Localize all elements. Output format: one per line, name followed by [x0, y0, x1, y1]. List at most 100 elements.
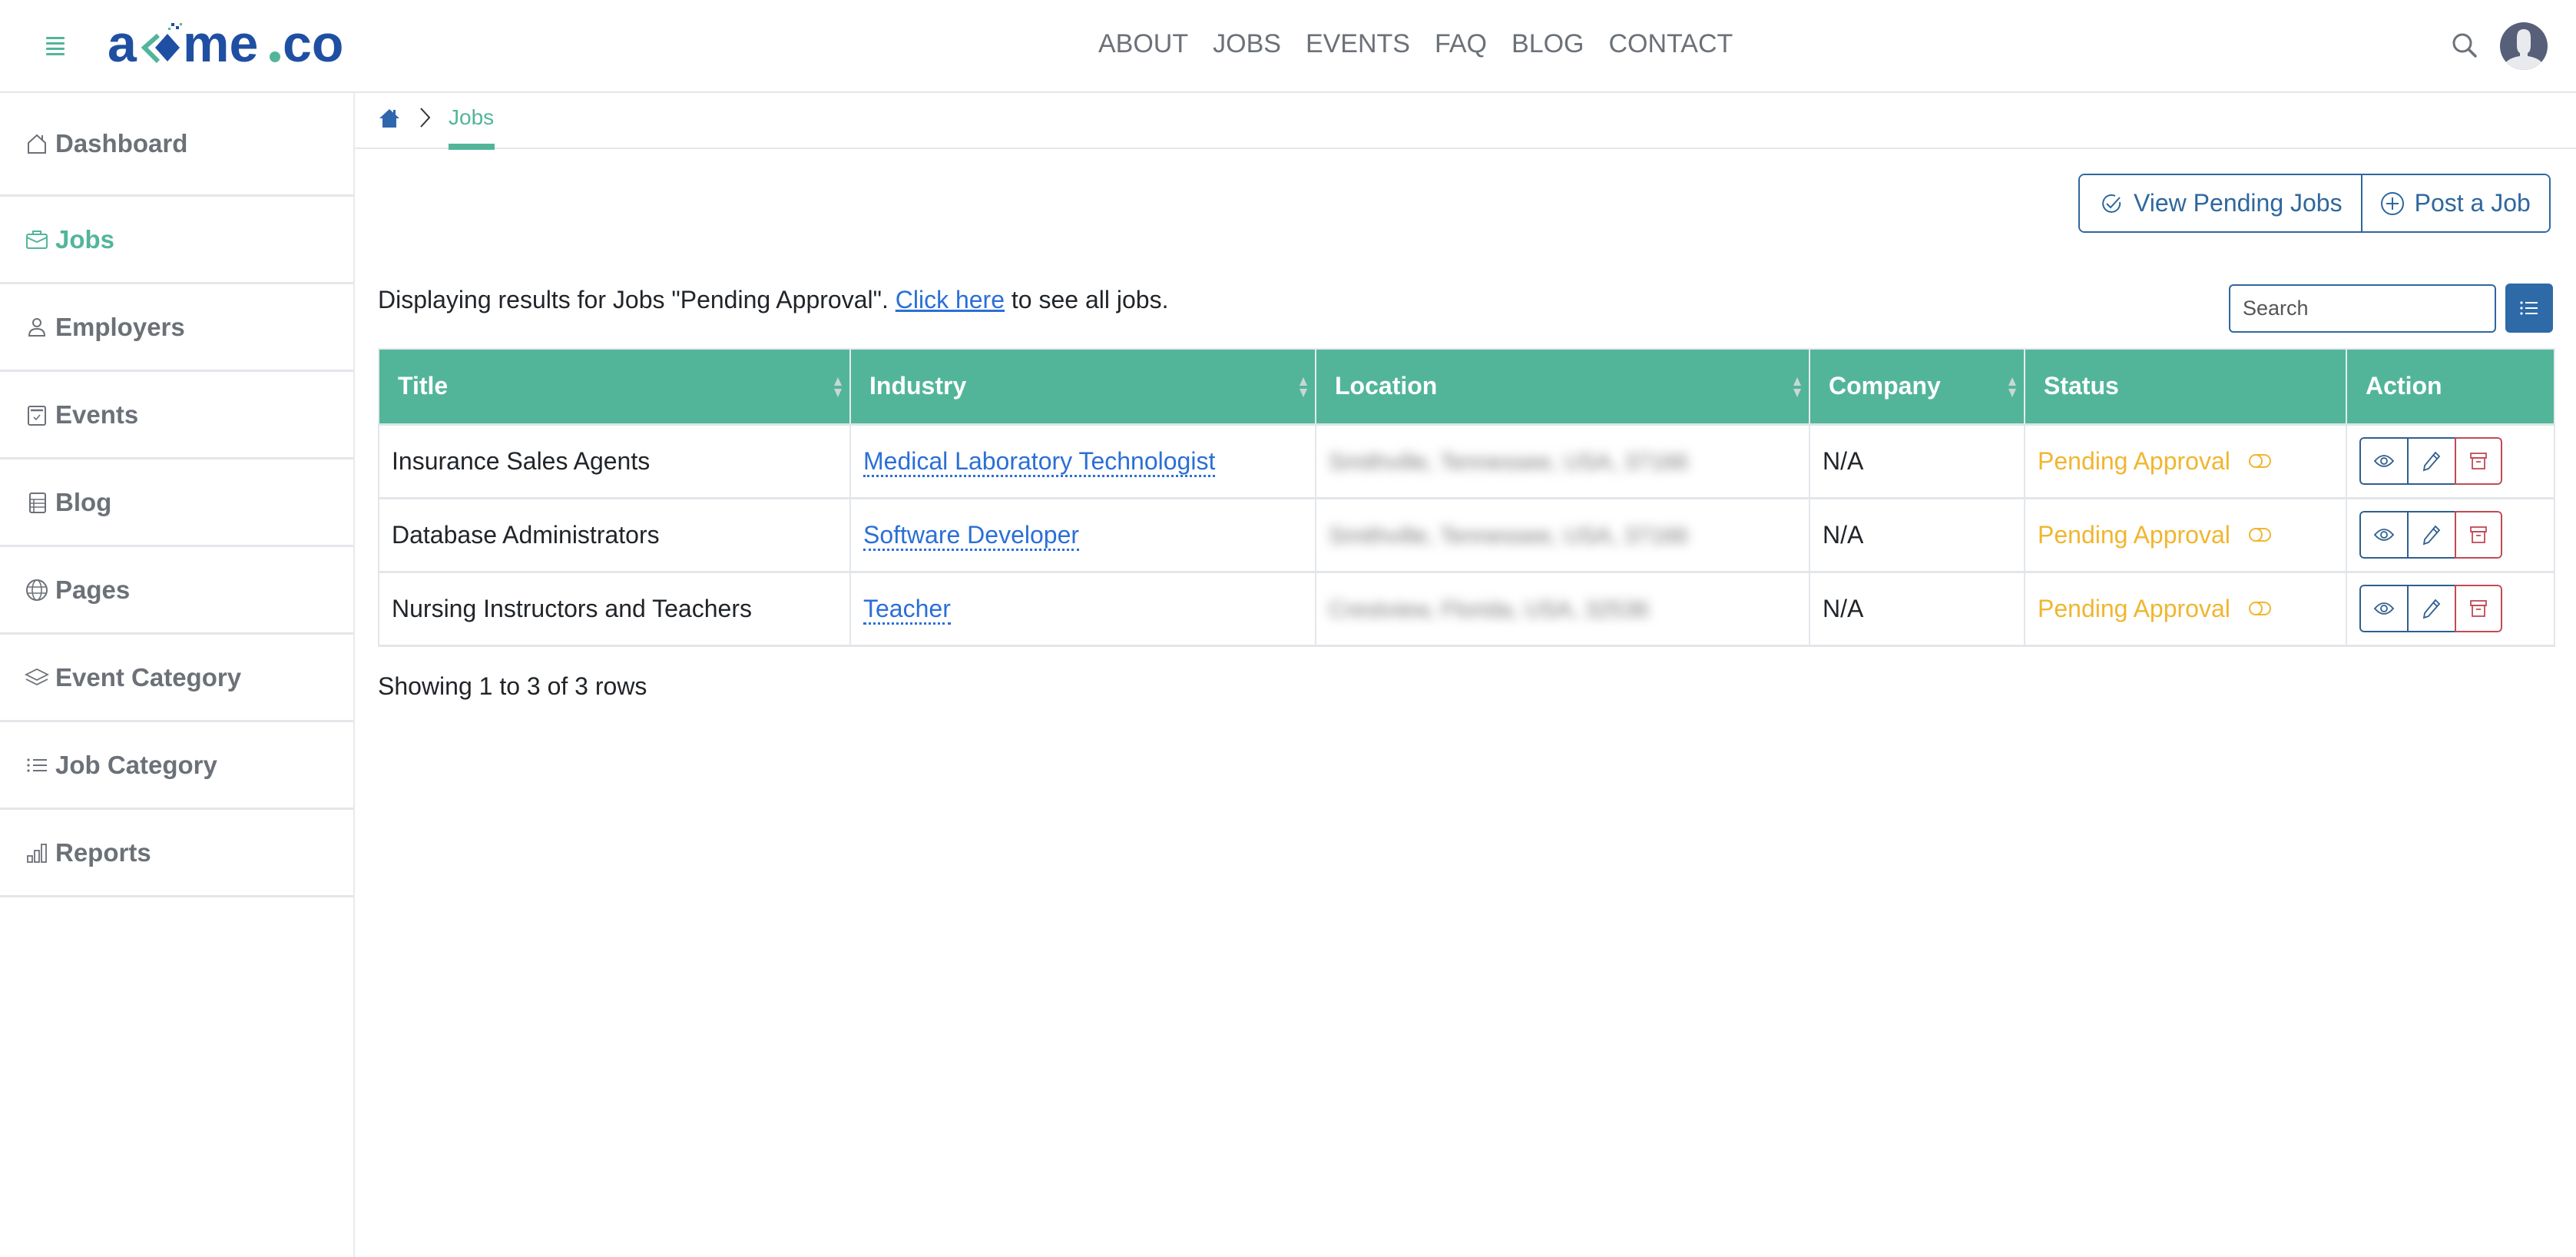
- table-search-input[interactable]: [2229, 284, 2496, 333]
- list-icon: [2520, 301, 2538, 315]
- column-label: Status: [2044, 372, 2119, 400]
- table-row: Insurance Sales Agents Medical Laborator…: [378, 423, 2555, 499]
- table-header-row: Title Industry Location Company Status A…: [378, 348, 2555, 426]
- breadcrumb-current[interactable]: Jobs: [449, 105, 494, 130]
- chevron-right-icon: [416, 105, 433, 130]
- results-description: Displaying results for Jobs "Pending App…: [378, 286, 1168, 314]
- cell-title: Nursing Instructors and Teachers: [378, 571, 851, 647]
- toggle-icon[interactable]: [2247, 599, 2273, 618]
- toggle-icon[interactable]: [2247, 526, 2273, 544]
- sidebar-item-employers[interactable]: Employers: [0, 284, 353, 372]
- cell-company: N/A: [1809, 497, 2025, 573]
- sidebar-item-blog[interactable]: Blog: [0, 459, 353, 547]
- sidebar-item-label: Event Category: [55, 662, 242, 692]
- sidebar-item-events[interactable]: Events: [0, 372, 353, 459]
- sidebar-item-label: Blog: [55, 487, 112, 516]
- user-avatar[interactable]: [2500, 22, 2548, 70]
- toggle-icon[interactable]: [2247, 452, 2273, 470]
- pencil-icon: [2422, 451, 2441, 472]
- logo[interactable]: a me co: [108, 14, 353, 75]
- menu-toggle-icon[interactable]: [46, 37, 65, 55]
- sidebar-item-reports[interactable]: Reports: [0, 810, 353, 897]
- sidebar-item-job-category[interactable]: Job Category: [0, 722, 353, 810]
- user-silhouette-icon: [2505, 29, 2543, 70]
- cell-location: Smithville, Tennessee, USA, 37166: [1315, 497, 1810, 573]
- post-a-job-button[interactable]: Post a Job: [2360, 175, 2549, 231]
- sidebar-item-label: Employers: [55, 312, 185, 341]
- archive-button[interactable]: [2455, 511, 2502, 559]
- sidebar-item-pages[interactable]: Pages: [0, 547, 353, 635]
- cell-title: Database Administrators: [378, 497, 851, 573]
- jobs-table: Title Industry Location Company Status A…: [378, 348, 2555, 647]
- view-button[interactable]: [2359, 585, 2407, 632]
- pencil-icon: [2422, 599, 2441, 619]
- sidebar-item-label: Reports: [55, 837, 151, 867]
- column-header-status: Status: [2024, 348, 2347, 426]
- archive-icon: [2470, 453, 2487, 469]
- edit-button[interactable]: [2407, 585, 2455, 632]
- home-icon[interactable]: [378, 107, 401, 130]
- column-header-title[interactable]: Title: [378, 348, 851, 426]
- view-pending-jobs-label: View Pending Jobs: [2134, 189, 2343, 217]
- column-label: Location: [1335, 372, 1438, 400]
- edit-button[interactable]: [2407, 437, 2455, 485]
- search-icon[interactable]: [2450, 31, 2481, 61]
- cell-location: Crestview, Florida, USA, 32536: [1315, 571, 1810, 647]
- see-all-jobs-link[interactable]: Click here: [896, 286, 1005, 313]
- pagination-summary: Showing 1 to 3 of 3 rows: [378, 672, 647, 700]
- status-label: Pending Approval: [2038, 520, 2230, 549]
- column-label: Company: [1829, 372, 1941, 400]
- job-actions-toolbar: View Pending Jobs Post a Job: [2078, 174, 2551, 233]
- eye-icon: [2373, 455, 2395, 467]
- nav-contact[interactable]: CONTACT: [1609, 29, 1733, 59]
- sidebar: Dashboard Jobs Employers Events Blog Pag…: [0, 93, 355, 1257]
- archive-button[interactable]: [2455, 437, 2502, 485]
- sort-icon[interactable]: [1298, 376, 1309, 399]
- status-label: Pending Approval: [2038, 594, 2230, 622]
- nav-about[interactable]: ABOUT: [1098, 29, 1188, 59]
- column-header-industry[interactable]: Industry: [849, 348, 1316, 426]
- sidebar-item-label: Events: [55, 400, 139, 429]
- column-header-location[interactable]: Location: [1315, 348, 1810, 426]
- cell-actions: [2346, 571, 2555, 647]
- nav-blog[interactable]: BLOG: [1511, 29, 1584, 59]
- column-header-company[interactable]: Company: [1809, 348, 2025, 426]
- view-button[interactable]: [2359, 511, 2407, 559]
- document-icon: [25, 490, 49, 515]
- cell-actions: [2346, 423, 2555, 499]
- plus-circle-icon: [2379, 191, 2405, 217]
- svg-text:me: me: [183, 17, 258, 72]
- eye-icon: [2373, 602, 2395, 615]
- sort-icon[interactable]: [833, 376, 843, 399]
- view-pending-jobs-button[interactable]: View Pending Jobs: [2080, 175, 2361, 231]
- view-button[interactable]: [2359, 437, 2407, 485]
- sidebar-item-dashboard[interactable]: Dashboard: [0, 93, 353, 197]
- sort-icon[interactable]: [1792, 376, 1803, 399]
- nav-events[interactable]: EVENTS: [1306, 29, 1410, 59]
- industry-link[interactable]: Medical Laboratory Technologist: [863, 446, 1216, 477]
- nav-faq[interactable]: FAQ: [1435, 29, 1487, 59]
- list-icon: [25, 753, 49, 778]
- archive-button[interactable]: [2455, 585, 2502, 632]
- cell-industry: Software Developer: [849, 497, 1316, 573]
- cell-status: Pending Approval: [2024, 571, 2347, 647]
- nav-jobs[interactable]: JOBS: [1213, 29, 1281, 59]
- sidebar-item-event-category[interactable]: Event Category: [0, 635, 353, 722]
- edit-button[interactable]: [2407, 511, 2455, 559]
- industry-link[interactable]: Teacher: [863, 594, 951, 625]
- sort-icon[interactable]: [2007, 376, 2018, 399]
- cell-status: Pending Approval: [2024, 423, 2347, 499]
- location-blurred-text: Crestview, Florida, USA, 32536: [1329, 596, 1649, 622]
- calendar-check-icon: [25, 403, 49, 427]
- pencil-icon: [2422, 525, 2441, 546]
- svg-text:co: co: [283, 17, 343, 72]
- sidebar-item-jobs[interactable]: Jobs: [0, 197, 353, 284]
- archive-icon: [2470, 600, 2487, 617]
- industry-link[interactable]: Software Developer: [863, 520, 1080, 551]
- row-actions: [2359, 511, 2502, 559]
- layers-icon: [25, 665, 49, 690]
- cell-status: Pending Approval: [2024, 497, 2347, 573]
- columns-toggle-button[interactable]: [2505, 284, 2553, 333]
- cell-industry: Medical Laboratory Technologist: [849, 423, 1316, 499]
- sidebar-item-label: Job Category: [55, 750, 217, 779]
